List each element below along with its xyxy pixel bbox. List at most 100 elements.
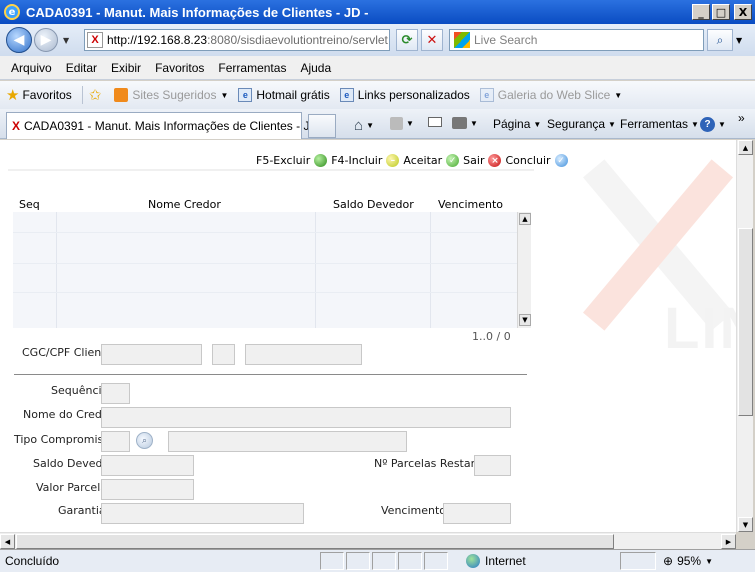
tipo-compromisso-code-field[interactable] [101,431,130,452]
status-text: Concluído [5,554,60,568]
back-button[interactable]: ◀ [6,27,32,53]
new-tab-button[interactable] [308,114,336,138]
incluir-button[interactable]: F4-Incluir – [331,154,400,167]
cgc-cpf-field[interactable] [101,344,202,365]
page-content: LIN F5-Excluir F4-Incluir – Aceitar ✓ Sa… [0,140,736,532]
add-favorite-button[interactable]: ✩ [89,86,105,104]
scroll-up-icon[interactable]: ▲ [738,140,753,155]
menu-exibir[interactable]: Exibir [104,61,148,75]
concluir-icon: ✓ [554,154,568,167]
print-button[interactable]: ▼ [452,117,478,129]
address-bar[interactable]: X http://192.168.8.23:8080/sisdiaevoluti… [84,29,390,51]
tools-menu[interactable]: Ferramentas ▼ [620,117,699,131]
tipo-compromisso-desc-field[interactable] [168,431,407,452]
menu-ferramentas[interactable]: Ferramentas [211,61,293,75]
sequencia-field[interactable] [101,383,130,404]
fav-label: Galeria do Web Slice [497,88,611,102]
garantia-label: Garantia [58,504,106,517]
page-menu[interactable]: Página ▼ [493,117,541,131]
search-button[interactable]: ⌕ [707,29,733,51]
vertical-scroll-thumb[interactable] [738,228,753,416]
forward-button[interactable]: ▶ [34,28,58,52]
parcelas-restantes-field[interactable] [474,455,511,476]
close-button[interactable]: X [734,4,752,20]
scroll-left-icon[interactable]: ◀ [0,534,15,549]
excluir-button[interactable]: F5-Excluir [256,154,328,167]
help-button[interactable]: ? ▼ [700,117,726,132]
col-vencimento[interactable]: Vencimento [438,198,503,211]
url-host: http://192.168.8.23 [107,33,208,47]
page-vertical-scrollbar[interactable]: ▲ ▼ [736,140,753,532]
menu-favoritos[interactable]: Favoritos [148,61,211,75]
sair-button[interactable]: Sair × [463,154,502,167]
chevron-down-icon: ▼ [406,119,414,128]
refresh-button[interactable]: ⟳ [396,29,418,51]
menu-editar[interactable]: Editar [59,61,104,75]
search-icon[interactable]: ⌕ [136,432,153,449]
fav-sites-sugeridos[interactable]: Sites Sugeridos ▼ [114,88,228,102]
col-nome-credor[interactable]: Nome Credor [148,198,221,211]
security-menu-label: Segurança [547,117,606,131]
maximize-button[interactable]: □ [712,4,730,20]
scroll-right-icon[interactable]: ▶ [721,534,736,549]
feeds-button[interactable]: ▼ [390,117,414,130]
cgc-cpf-label: CGC/CPF Cliente [22,346,113,359]
scroll-down-icon[interactable]: ▼ [519,314,531,326]
minimize-button[interactable]: _ [692,4,710,20]
chevron-down-icon: ▼ [614,90,623,100]
security-menu[interactable]: Segurança ▼ [547,117,616,131]
ie-icon: e [4,4,20,20]
concluir-button[interactable]: Concluir ✓ [505,154,568,167]
page-icon: e [238,88,253,102]
help-icon: ? [700,117,715,132]
security-zone[interactable]: Internet [466,554,526,568]
saldo-devedor-field[interactable] [101,455,194,476]
chevron-down-icon: ▼ [705,556,714,566]
cliente-name-field[interactable] [245,344,362,365]
search-options-dropdown-icon[interactable]: ▼ [736,36,742,45]
add-favorite-icon: ✩ [88,87,102,104]
mail-icon [428,117,442,127]
menu-ajuda[interactable]: Ajuda [293,61,338,75]
fav-hotmail[interactable]: e Hotmail grátis [238,88,330,102]
vencimento-field[interactable] [443,503,511,524]
home-button[interactable]: ⌂ ▼ [354,117,374,134]
cgc-cpf-digit-field[interactable] [212,344,235,365]
incluir-icon: – [386,154,400,167]
scroll-up-icon[interactable]: ▲ [519,213,531,225]
mail-button[interactable] [428,117,442,127]
horizontal-scroll-thumb[interactable] [16,534,614,549]
nome-credor-field[interactable] [101,407,511,428]
zoom-button[interactable]: ⊕ 95% ▼ [663,554,713,568]
favorites-button[interactable]: ★ Favoritos [6,86,72,104]
garantia-field[interactable] [101,503,304,524]
credor-grid: Seq Nome Credor Saldo Devedor Vencimento… [13,194,531,328]
valor-parcela-field[interactable] [101,479,194,500]
grid-scrollbar[interactable]: ▲ ▼ [517,212,531,328]
protected-mode-button[interactable] [620,552,656,570]
aceitar-button[interactable]: Aceitar ✓ [403,154,460,167]
more-commands-button[interactable]: » [738,111,745,125]
fav-label: Sites Sugeridos [132,88,217,102]
favbar-divider [81,86,83,104]
globe-icon [466,554,480,568]
col-seq[interactable]: Seq [19,198,40,211]
stop-button[interactable]: ✕ [421,29,443,51]
grid-body[interactable] [13,212,517,328]
history-dropdown-icon[interactable]: ▼ [63,36,69,45]
excluir-label: F5-Excluir [256,154,311,167]
menu-arquivo[interactable]: Arquivo [4,61,59,75]
page-horizontal-scrollbar[interactable]: ◀ ▶ [0,532,736,549]
fav-galeria-web-slice[interactable]: e Galeria do Web Slice ▼ [479,88,623,102]
zone-label: Internet [485,554,526,568]
chevron-down-icon: ▼ [691,119,699,129]
concluir-label: Concluir [505,154,551,167]
tab-active[interactable]: X CADA0391 - Manut. Mais Informações de … [6,112,318,139]
grid-header: Seq Nome Credor Saldo Devedor Vencimento [13,194,531,212]
fav-links-personalizados[interactable]: e Links personalizados [339,88,470,102]
chevron-down-icon: ▼ [718,120,726,129]
favorites-bar: ★ Favoritos ✩ Sites Sugeridos ▼ e Hotmai… [0,81,755,109]
search-input[interactable]: Live Search [449,29,704,51]
scroll-down-icon[interactable]: ▼ [738,517,753,532]
col-saldo-devedor[interactable]: Saldo Devedor [333,198,414,211]
